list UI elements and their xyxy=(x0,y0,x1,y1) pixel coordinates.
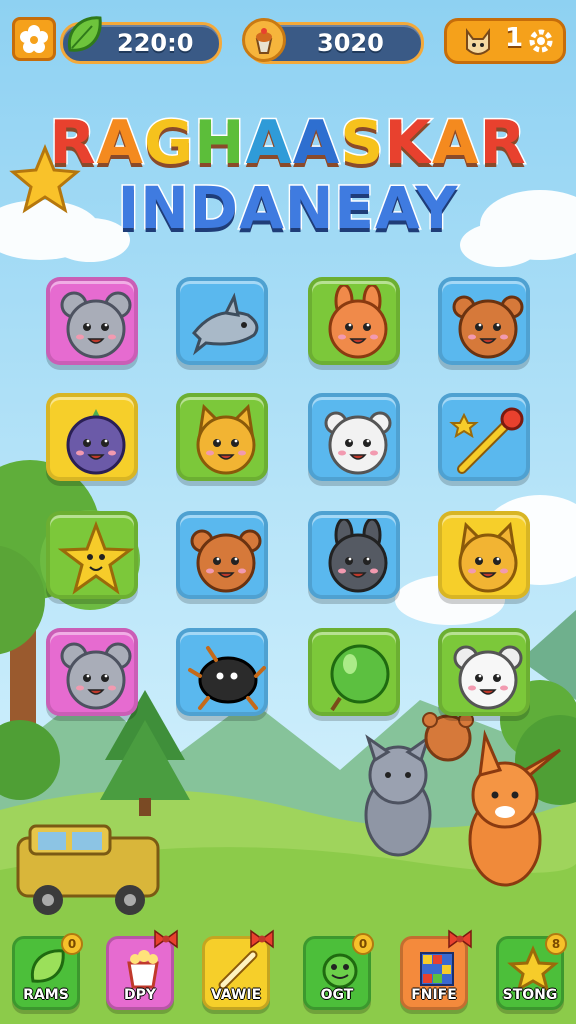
title-letter: K xyxy=(383,107,433,180)
bunny-icon xyxy=(328,285,388,359)
bottom-button-label: DPY xyxy=(123,987,157,1003)
tile-star[interactable] xyxy=(46,511,138,599)
white-bear-icon xyxy=(324,411,392,475)
mouse-icon xyxy=(60,642,132,710)
profile-button[interactable]: 1 xyxy=(444,18,566,64)
menu-button[interactable] xyxy=(12,17,56,61)
bear-icon xyxy=(452,295,524,359)
flower-icon xyxy=(20,25,48,53)
pencil-icon xyxy=(218,950,258,990)
fox-icon xyxy=(196,403,256,475)
bottom-button-label: VAWIE xyxy=(210,987,262,1003)
tile-black-bug[interactable] xyxy=(176,628,268,716)
title-letter: H xyxy=(193,107,246,180)
tile-white-mouse[interactable] xyxy=(438,628,530,716)
gear-icon[interactable] xyxy=(527,27,555,55)
bottom-button-vawie[interactable]: VAWIE xyxy=(202,929,274,1010)
title-letter: A xyxy=(291,107,341,180)
tile-mouse[interactable] xyxy=(46,277,138,365)
popcorn-icon xyxy=(127,950,159,989)
tile-grey-bunny[interactable] xyxy=(308,511,400,599)
title-letter: A xyxy=(95,107,144,180)
balloon-icon xyxy=(330,644,390,712)
cup-counter-value: 3020 xyxy=(317,29,384,57)
game-title-line2: INDANEAY xyxy=(116,173,459,244)
ribbon-bow-icon xyxy=(250,929,274,949)
tile-mouse[interactable] xyxy=(46,628,138,716)
game-title-line1: RAGHAASKAR xyxy=(0,107,576,180)
tile-fox[interactable] xyxy=(176,393,268,481)
bottom-button-fnife[interactable]: FNIFE xyxy=(400,929,472,1010)
bug-icon xyxy=(188,646,266,710)
star-icon xyxy=(57,520,135,595)
purple-creature-icon xyxy=(66,409,126,475)
bottom-button-dpy[interactable]: DPY xyxy=(106,929,178,1010)
tile-purple-blob[interactable] xyxy=(46,393,138,481)
tile-balloon[interactable] xyxy=(308,628,400,716)
ribbon-bow-icon xyxy=(448,929,472,949)
profile-level: 1 xyxy=(505,23,524,53)
notification-badge: 0 xyxy=(352,933,374,955)
bottom-button-label: FNIFE xyxy=(411,987,457,1003)
leaf-counter-value: 220:0 xyxy=(117,29,194,57)
mouse-icon xyxy=(60,291,132,359)
white-mouse-icon xyxy=(453,645,523,710)
notification-badge: 0 xyxy=(61,933,83,955)
grey-bunny-icon xyxy=(328,519,388,593)
tile-magic-wand[interactable] xyxy=(438,393,530,481)
bottom-button-stong[interactable]: STONG 8 xyxy=(496,933,567,1010)
bottom-button-label: STONG xyxy=(502,987,558,1003)
bottom-button-ogt[interactable]: OGT 0 xyxy=(303,933,374,1010)
bottom-button-label: OGT xyxy=(320,987,354,1003)
puzzle-icon xyxy=(420,952,454,986)
title-letter: R xyxy=(478,107,527,180)
fox-icon xyxy=(458,521,518,593)
tile-dolphin[interactable] xyxy=(176,277,268,365)
title-letter: S xyxy=(339,107,385,180)
tile-bear[interactable] xyxy=(176,511,268,599)
bottom-button-rams[interactable]: RAMS 0 xyxy=(12,933,83,1010)
tile-white-bear[interactable] xyxy=(308,393,400,481)
top-bar: 220:0 3020 1 xyxy=(0,0,576,80)
leaf-icon xyxy=(67,16,102,52)
cup-coin xyxy=(242,18,286,62)
bear-icon xyxy=(190,529,262,593)
title-letter: A xyxy=(431,107,480,180)
dessert-cup-icon xyxy=(255,28,273,54)
title-letter: R xyxy=(48,107,97,180)
title-letter: G xyxy=(142,107,195,180)
wand-icon xyxy=(449,407,524,474)
notification-badge: 8 xyxy=(545,933,567,955)
title-letter: A xyxy=(244,107,293,180)
tile-bunny[interactable] xyxy=(308,277,400,365)
tile-bear[interactable] xyxy=(438,277,530,365)
ribbon-bow-icon xyxy=(154,929,178,949)
tile-fox[interactable] xyxy=(438,511,530,599)
fox-avatar-icon xyxy=(466,28,490,55)
dolphin-icon xyxy=(191,292,259,356)
bottom-button-label: RAMS xyxy=(23,987,69,1003)
